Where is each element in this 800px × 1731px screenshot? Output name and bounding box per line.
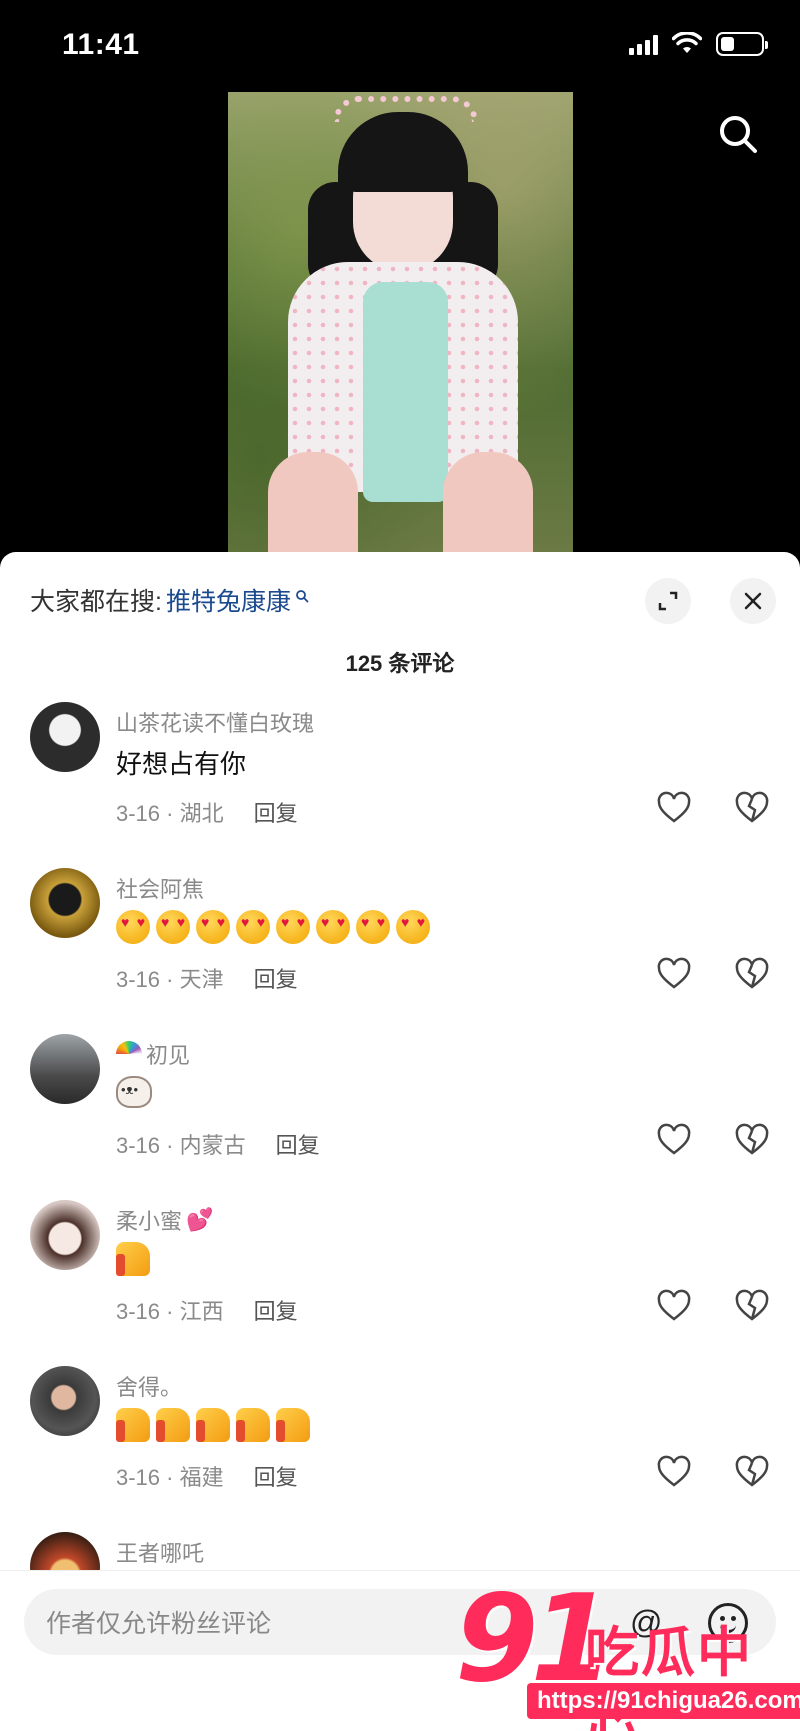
comment-username[interactable]: 舍得。 <box>116 1370 182 1402</box>
comment-panel: 大家都在搜: 推特兔康康 125 条评论 山茶花读不懂白玫瑰 好想占有你 3-1… <box>0 552 800 1731</box>
avatar[interactable] <box>30 1366 100 1436</box>
expand-button[interactable] <box>645 578 691 624</box>
comment-item: 王者哪吒 <box>0 1532 800 1574</box>
thumbs-up-emoji-icon <box>156 1408 190 1442</box>
wifi-icon <box>672 32 702 53</box>
close-icon <box>744 592 762 610</box>
reply-button[interactable]: 回复 <box>254 1460 298 1492</box>
comment-meta: 3-16 · 湖北 回复 <box>116 796 298 828</box>
hot-search-prefix: 大家都在搜: <box>30 588 162 616</box>
heart-icon[interactable] <box>656 790 692 826</box>
avatar[interactable] <box>30 702 100 772</box>
thumbs-up-emoji-icon <box>196 1408 230 1442</box>
comment-username[interactable]: 初见 <box>116 1038 190 1070</box>
comment-count: 125 条评论 <box>345 651 455 676</box>
reply-button[interactable]: 回复 <box>254 962 298 994</box>
reply-button[interactable]: 回复 <box>254 796 298 828</box>
comment-emojis <box>116 1408 310 1442</box>
comment-item: 舍得。 3-16 · 福建 回复 <box>0 1366 800 1532</box>
thumbs-up-emoji-icon <box>116 1408 150 1442</box>
comment-emojis <box>116 1076 152 1108</box>
broken-heart-icon[interactable] <box>734 1122 770 1158</box>
two-hearts-icon: 💕 <box>186 1207 214 1232</box>
comment-item: 初见 3-16 · 内蒙古 回复 <box>0 1034 800 1200</box>
comment-date-location: 3-16 · 江西 <box>116 1299 224 1324</box>
avatar[interactable] <box>30 1034 100 1104</box>
comment-emojis <box>116 910 430 944</box>
heart-icon[interactable] <box>656 1454 692 1490</box>
comment-date-location: 3-16 · 天津 <box>116 967 224 992</box>
comment-username[interactable]: 山茶花读不懂白玫瑰 <box>116 706 314 738</box>
comment-meta: 3-16 · 福建 回复 <box>116 1460 298 1492</box>
thumbs-up-emoji-icon <box>116 1242 150 1276</box>
comment-item: 柔小蜜 💕 3-16 · 江西 回复 <box>0 1200 800 1366</box>
cat-emoji-icon <box>116 1076 152 1108</box>
close-button[interactable] <box>730 578 776 624</box>
heart-eyes-emoji-icon <box>156 910 190 944</box>
broken-heart-icon[interactable] <box>734 956 770 992</box>
avatar[interactable] <box>30 868 100 938</box>
status-time: 11:41 <box>62 28 140 61</box>
avatar[interactable] <box>30 1200 100 1270</box>
panel-header: 大家都在搜: 推特兔康康 <box>0 552 800 642</box>
comment-text: 好想占有你 <box>116 749 247 779</box>
search-icon[interactable] <box>716 112 760 156</box>
reply-button[interactable]: 回复 <box>276 1128 320 1160</box>
cellular-signal-icon <box>629 33 658 55</box>
broken-heart-icon[interactable] <box>734 1454 770 1490</box>
reply-button[interactable]: 回复 <box>254 1294 298 1326</box>
thumbs-up-emoji-icon <box>276 1408 310 1442</box>
status-icons <box>629 32 768 56</box>
comment-list: 山茶花读不懂白玫瑰 好想占有你 3-16 · 湖北 回复 社会阿焦 ♥ ♥ ♥ … <box>0 702 800 1574</box>
battery-icon <box>716 32 768 56</box>
comment-meta: 3-16 · 江西 回复 <box>116 1294 298 1326</box>
comment-username[interactable]: 柔小蜜 💕 <box>116 1204 213 1236</box>
heart-eyes-emoji-icon <box>236 910 270 944</box>
heart-eyes-emoji-icon <box>356 910 390 944</box>
broken-heart-icon[interactable] <box>734 1288 770 1324</box>
heart-icon[interactable] <box>656 956 692 992</box>
watermark: 91 吃瓜中心 https://91chigua26.com <box>455 1570 800 1731</box>
watermark-url: https://91chigua26.com <box>527 1683 800 1719</box>
expand-icon <box>658 591 678 611</box>
comment-date-location: 3-16 · 福建 <box>116 1465 224 1490</box>
status-bar: 11:41 <box>0 0 800 96</box>
video-player[interactable] <box>228 92 573 552</box>
hot-search-term[interactable]: 推特兔康康 <box>166 582 291 618</box>
comment-date-location: 3-16 · 内蒙古 <box>116 1133 246 1158</box>
broken-heart-icon[interactable] <box>734 790 770 826</box>
avatar[interactable] <box>30 1532 100 1574</box>
comment-emojis <box>116 1242 150 1276</box>
comment-meta: 3-16 · 内蒙古 回复 <box>116 1128 320 1160</box>
comment-username[interactable]: 王者哪吒 <box>116 1536 204 1568</box>
comment-meta: 3-16 · 天津 回复 <box>116 962 298 994</box>
heart-eyes-emoji-icon <box>396 910 430 944</box>
heart-eyes-emoji-icon <box>116 910 150 944</box>
comment-item: 山茶花读不懂白玫瑰 好想占有你 3-16 · 湖北 回复 <box>0 702 800 868</box>
heart-eyes-emoji-icon <box>196 910 230 944</box>
heart-eyes-emoji-icon <box>316 910 350 944</box>
watermark-number: 91 <box>455 1570 614 1709</box>
heart-eyes-emoji-icon <box>276 910 310 944</box>
comment-username[interactable]: 社会阿焦 <box>116 872 204 904</box>
heart-icon[interactable] <box>656 1122 692 1158</box>
thumbs-up-emoji-icon <box>236 1408 270 1442</box>
comment-date-location: 3-16 · 湖北 <box>116 801 224 826</box>
comment-item: 社会阿焦 3-16 · 天津 回复 <box>0 868 800 1034</box>
hot-search[interactable]: 大家都在搜: 推特兔康康 <box>30 582 309 618</box>
small-search-icon <box>296 590 309 603</box>
rainbow-icon <box>116 1041 142 1067</box>
heart-icon[interactable] <box>656 1288 692 1324</box>
